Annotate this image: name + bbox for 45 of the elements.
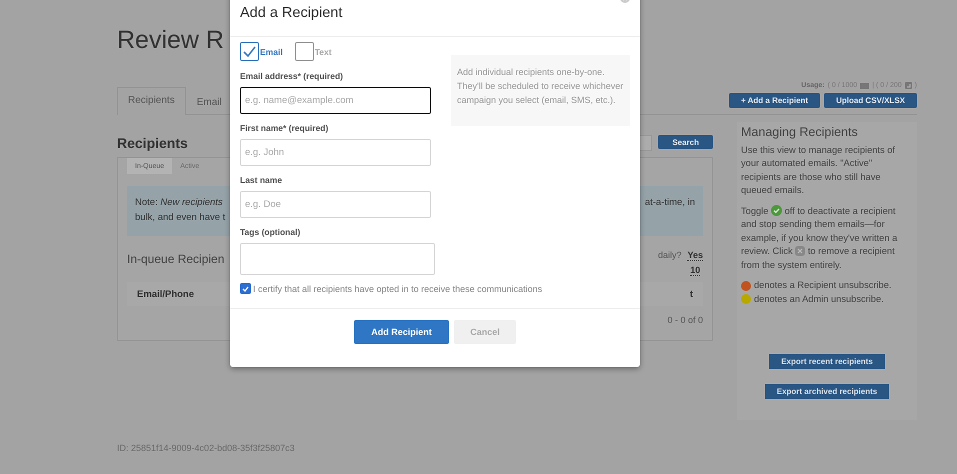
pagination-text: 0 - 0 of 0 (666, 315, 703, 325)
export-button[interactable]: Export archived recipients (764, 384, 890, 399)
sidebar-title: Managing Recipients (741, 126, 859, 140)
field-label: Tags (optional) (240, 227, 302, 237)
note-text: at-a-time, in (644, 196, 695, 210)
search-button[interactable]: Search (658, 135, 713, 149)
sidebar-text: Use this view to manage recipients of your automated emails. "Active" recipients are those who still have queued emails. (741, 144, 896, 197)
info-text: Add individual recipients one-by-one. They'll be scheduled to receive whichever campaign you select (email, SMS, etc.). (451, 55, 630, 126)
input-field[interactable]: e.g. name@example.com (240, 87, 431, 114)
field-label: Last name (240, 175, 284, 185)
note-text: bulk, and even have t (135, 211, 226, 225)
envelope-icon (860, 82, 870, 88)
add-recipient-button[interactable]: Add Recipient (354, 320, 449, 344)
action-button[interactable]: + Add a Recipient (729, 93, 820, 108)
legend-text: denotes an Admin unsubscribe. (754, 292, 884, 306)
section-title: Recipients (117, 135, 188, 151)
channel-checkbox[interactable] (294, 42, 314, 61)
daily-count[interactable]: 10 (690, 265, 700, 276)
column-header: Email/Phone (137, 288, 194, 300)
tab[interactable]: Recipients (117, 87, 186, 115)
action-button[interactable]: Upload CSV/XLSX (824, 93, 917, 108)
remove-icon (795, 246, 806, 256)
record-id: ID: 25851f14-9009-4c02-bd08-35f3f25807c3 (117, 443, 296, 453)
export-button[interactable]: Export recent recipients (769, 354, 885, 369)
daily-label: daily? (658, 250, 682, 262)
certify-checkbox[interactable] (240, 283, 251, 294)
note-text: Note: New recipients (135, 196, 224, 210)
daily-value[interactable]: Yes (687, 250, 703, 261)
check-icon (770, 204, 782, 216)
certify-label: I certify that all recipients have opted in to receive these communications (253, 284, 542, 294)
field-label: Email address* (required) (240, 71, 344, 81)
channel-option[interactable]: Email (240, 42, 283, 61)
column-header: t (690, 288, 693, 300)
message-icon (904, 82, 912, 89)
sidebar-text: Toggle off to deactivate a recipient and stop sending them emails—for example, if you know they've written a review. Click to remove a recipient from the system entirely. (741, 204, 898, 272)
modal-title: Add a Recipient (240, 5, 344, 21)
channel-option[interactable]: Text (294, 42, 332, 61)
field-label: First name* (required) (240, 123, 330, 133)
check-icon (242, 286, 249, 292)
queue-title: In-queue Recipien (127, 252, 224, 266)
channel-checkbox[interactable] (240, 42, 259, 61)
page-title: Review R (117, 25, 224, 56)
check-icon (243, 46, 256, 57)
tab[interactable]: Email (186, 89, 233, 115)
legend-text: denotes a Recipient unsubscribe. (754, 279, 892, 292)
